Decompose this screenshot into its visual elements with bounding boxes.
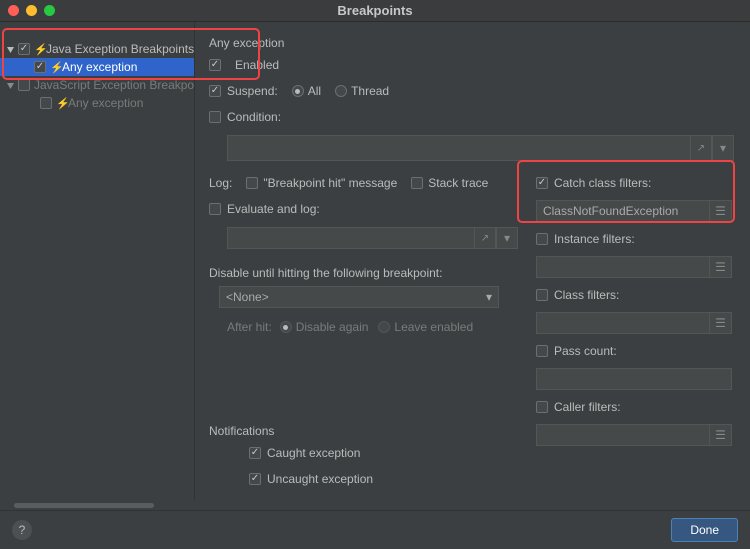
- suspend-all-radio[interactable]: [292, 85, 304, 97]
- condition-input[interactable]: [227, 135, 690, 161]
- class-filters-checkbox[interactable]: [536, 289, 548, 301]
- uncaught-checkbox[interactable]: [249, 473, 261, 485]
- done-button[interactable]: Done: [671, 518, 738, 542]
- tree-label: JavaScript Exception Breakpoints: [34, 78, 194, 92]
- history-dropdown-icon[interactable]: ▾: [496, 227, 518, 249]
- eval-log-checkbox[interactable]: [209, 203, 221, 215]
- class-filters-input[interactable]: [536, 312, 710, 334]
- suspend-all-label: All: [308, 84, 321, 98]
- instance-filters-label: Instance filters:: [554, 232, 635, 246]
- details-heading: Any exception: [209, 36, 734, 50]
- breakpoint-details: Any exception Enabled Suspend: All Threa…: [195, 22, 750, 510]
- help-button[interactable]: ?: [12, 520, 32, 540]
- suspend-thread-label: Thread: [351, 84, 389, 98]
- caller-filters-checkbox[interactable]: [536, 401, 548, 413]
- eval-log-label: Evaluate and log:: [227, 202, 320, 216]
- titlebar: Breakpoints: [0, 0, 750, 22]
- leave-enabled-label: Leave enabled: [394, 320, 473, 334]
- suspend-thread-radio[interactable]: [335, 85, 347, 97]
- lightning-icon: ⚡: [56, 97, 66, 110]
- condition-checkbox[interactable]: [209, 111, 221, 123]
- tree-label: Java Exception Breakpoints: [46, 42, 194, 56]
- browse-icon[interactable]: ☰: [710, 256, 732, 278]
- enabled-label: Enabled: [235, 58, 279, 72]
- checkbox[interactable]: [18, 43, 30, 55]
- minimize-window-icon[interactable]: [26, 5, 37, 16]
- expand-icon[interactable]: ↗: [474, 227, 496, 249]
- class-filters-label: Class filters:: [554, 288, 619, 302]
- browse-icon[interactable]: ☰: [710, 312, 732, 334]
- bphit-label: "Breakpoint hit" message: [263, 176, 397, 190]
- caller-filters-label: Caller filters:: [554, 400, 621, 414]
- window-controls: [8, 5, 55, 16]
- tree-node-js-exception[interactable]: JavaScript Exception Breakpoints: [0, 76, 194, 94]
- checkbox[interactable]: [18, 79, 30, 91]
- browse-icon[interactable]: ☰: [710, 424, 732, 446]
- tree-label: Any exception: [62, 60, 137, 74]
- suspend-label: Suspend:: [227, 84, 278, 98]
- notifications-heading: Notifications: [209, 424, 518, 438]
- catch-filters-input[interactable]: [536, 200, 710, 222]
- close-window-icon[interactable]: [8, 5, 19, 16]
- zoom-window-icon[interactable]: [44, 5, 55, 16]
- disclosure-triangle-icon[interactable]: [6, 45, 15, 54]
- instance-filters-checkbox[interactable]: [536, 233, 548, 245]
- condition-label: Condition:: [227, 110, 281, 124]
- disable-again-radio: [280, 321, 292, 333]
- pass-count-checkbox[interactable]: [536, 345, 548, 357]
- browse-icon[interactable]: ☰: [710, 200, 732, 222]
- dialog-footer: ? Done: [0, 510, 750, 548]
- breakpoints-tree: ⚡ Java Exception Breakpoints ⚡ Any excep…: [0, 22, 195, 510]
- lightning-icon: ⚡: [50, 61, 60, 74]
- select-value: <None>: [226, 290, 269, 304]
- disclosure-triangle-icon[interactable]: [6, 81, 15, 90]
- stacktrace-checkbox[interactable]: [411, 177, 423, 189]
- content-area: ⚡ Java Exception Breakpoints ⚡ Any excep…: [0, 22, 750, 510]
- tree-label: Any exception: [68, 96, 143, 110]
- history-dropdown-icon[interactable]: ▾: [712, 135, 734, 161]
- eval-log-input[interactable]: [227, 227, 474, 249]
- disable-until-select[interactable]: <None> ▾: [219, 286, 499, 308]
- horizontal-scrollbar[interactable]: [0, 500, 195, 510]
- caller-filters-input[interactable]: [536, 424, 710, 446]
- bphit-checkbox[interactable]: [246, 177, 258, 189]
- chevron-down-icon: ▾: [486, 290, 492, 304]
- instance-filters-input[interactable]: [536, 256, 710, 278]
- caught-label: Caught exception: [267, 446, 360, 460]
- enabled-checkbox[interactable]: [209, 59, 221, 71]
- checkbox[interactable]: [34, 61, 46, 73]
- after-hit-label: After hit:: [227, 320, 272, 334]
- suspend-checkbox[interactable]: [209, 85, 221, 97]
- pass-count-label: Pass count:: [554, 344, 617, 358]
- uncaught-label: Uncaught exception: [267, 472, 373, 486]
- tree-node-java-exception[interactable]: ⚡ Java Exception Breakpoints: [0, 40, 194, 58]
- pass-count-input[interactable]: [536, 368, 732, 390]
- caught-checkbox[interactable]: [249, 447, 261, 459]
- disable-until-label: Disable until hitting the following brea…: [209, 266, 518, 280]
- lightning-icon: ⚡: [34, 43, 44, 56]
- checkbox[interactable]: [40, 97, 52, 109]
- catch-filters-checkbox[interactable]: [536, 177, 548, 189]
- expand-icon[interactable]: ↗: [690, 135, 712, 161]
- disable-again-label: Disable again: [296, 320, 369, 334]
- catch-filters-label: Catch class filters:: [554, 176, 651, 190]
- window-title: Breakpoints: [0, 3, 750, 18]
- log-label: Log:: [209, 176, 232, 190]
- leave-enabled-radio: [378, 321, 390, 333]
- tree-node-any-exception[interactable]: ⚡ Any exception: [0, 58, 194, 76]
- tree-node-any-exception-js[interactable]: ⚡ Any exception: [0, 94, 194, 112]
- stacktrace-label: Stack trace: [428, 176, 488, 190]
